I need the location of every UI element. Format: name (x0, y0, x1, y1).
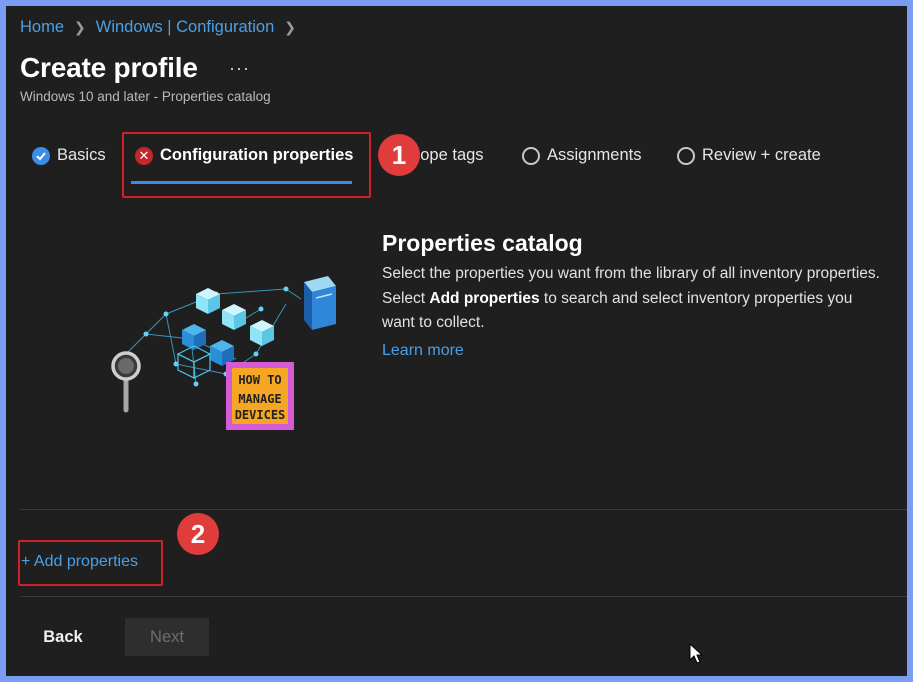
tab-assignments[interactable]: Assignments (522, 146, 641, 165)
mouse-cursor-icon (689, 643, 703, 664)
more-options-button[interactable]: ··· (229, 58, 250, 79)
svg-text:DEVICES: DEVICES (235, 408, 286, 422)
breadcrumb: Home ❯ Windows | Configuration ❯ (20, 18, 296, 37)
how-to-manage-devices-logo: HOW TO MANAGE DEVICES (226, 362, 294, 430)
tab-label: Review + create (702, 146, 821, 164)
divider (20, 509, 907, 510)
learn-more-link[interactable]: Learn more (382, 342, 464, 360)
highlight-box (18, 540, 163, 586)
tab-basics[interactable]: Basics (32, 146, 106, 165)
properties-catalog-description: Select the properties you want from the … (382, 265, 880, 331)
svg-text:MANAGE: MANAGE (238, 392, 281, 406)
step-badge-1: 1 (378, 134, 420, 176)
svg-text:HOW TO: HOW TO (238, 373, 281, 387)
step-badge-2: 2 (177, 513, 219, 555)
next-button[interactable]: Next (125, 618, 209, 656)
tab-label: cope tags (412, 146, 484, 164)
chevron-right-icon: ❯ (74, 19, 86, 35)
divider (20, 596, 907, 597)
check-circle-icon (32, 146, 50, 165)
properties-catalog-illustration: HOW TO MANAGE DEVICES (111, 276, 336, 430)
tab-label: Basics (57, 146, 106, 164)
page-title: Create profile (20, 52, 198, 83)
highlight-box (122, 132, 371, 198)
page-subtitle: Windows 10 and later - Properties catalo… (20, 89, 271, 104)
tab-label: Assignments (547, 146, 642, 164)
breadcrumb-windows-configuration-link[interactable]: Windows | Configuration (96, 18, 275, 37)
empty-circle-icon (522, 146, 540, 165)
tab-review-create[interactable]: Review + create (677, 146, 821, 165)
properties-catalog-title: Properties catalog (382, 230, 583, 256)
breadcrumb-home-link[interactable]: Home (20, 18, 64, 37)
chevron-right-icon: ❯ (284, 19, 297, 35)
back-button[interactable]: Back (20, 618, 106, 656)
window-frame: Home ❯ Windows | Configuration ❯ Create … (6, 6, 907, 676)
empty-circle-icon (677, 146, 695, 165)
tab-scope-tags[interactable]: cope tags (412, 146, 484, 165)
add-properties-emphasis: Add properties (429, 289, 540, 307)
